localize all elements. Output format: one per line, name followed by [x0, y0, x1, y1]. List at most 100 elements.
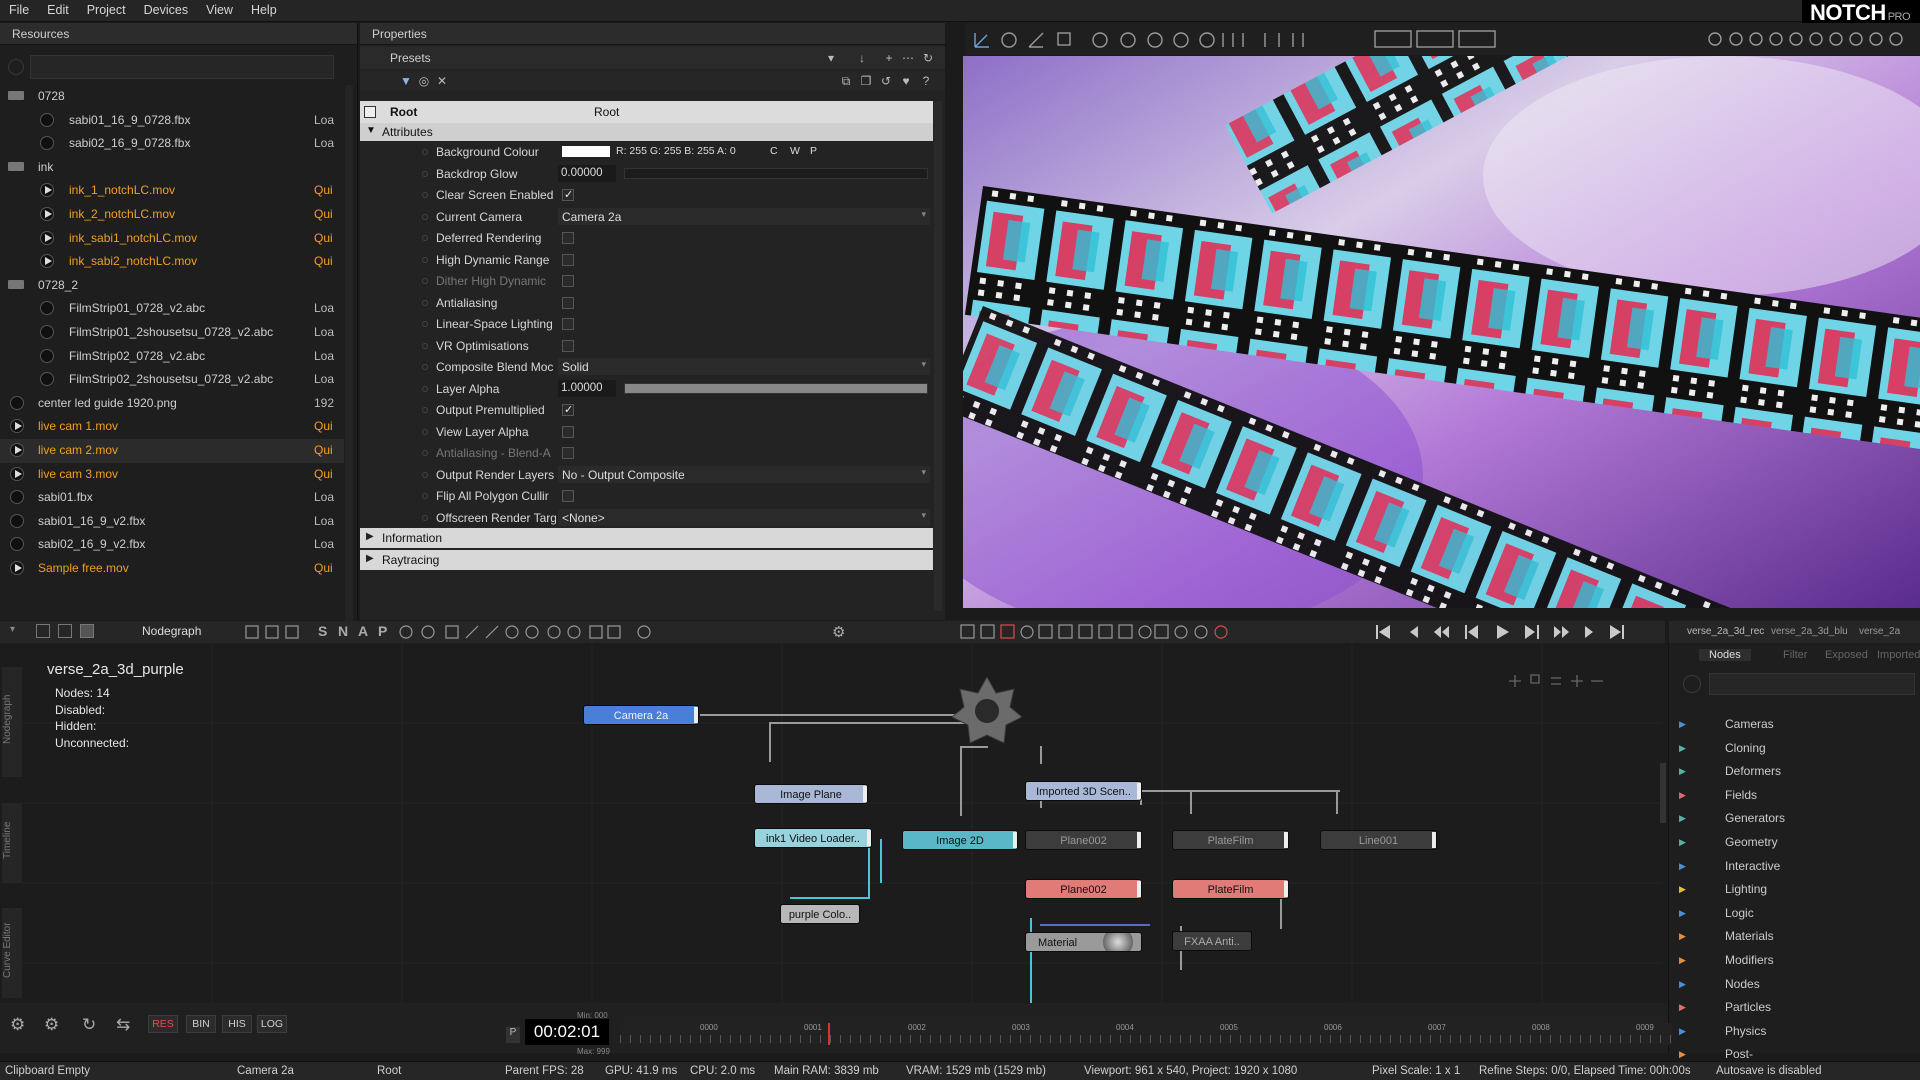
resource-item[interactable]: ink — [0, 156, 344, 180]
folder-icon[interactable] — [8, 91, 24, 100]
resources-filter-icon[interactable] — [8, 59, 24, 75]
keyframe-dot-icon[interactable] — [422, 471, 428, 478]
menu-project[interactable]: Project — [78, 0, 135, 22]
nodegraph-scrollbar[interactable] — [1660, 763, 1666, 823]
resource-item[interactable]: FilmStrip01_0728_v2.abc Loa — [0, 297, 344, 321]
time-display[interactable]: 00:02:01 — [525, 1019, 609, 1045]
node-purple-colour[interactable]: purple Colo.. — [780, 904, 860, 924]
node-output-pin[interactable] — [1137, 832, 1141, 848]
preset-dropdown-icon[interactable]: ▾ — [823, 50, 839, 66]
menu-view[interactable]: View — [197, 0, 242, 22]
resource-item[interactable]: ink_sabi2_notchLC.mov Qui — [0, 250, 344, 274]
res-button[interactable]: RES — [148, 1015, 178, 1033]
paste-icon[interactable]: ❐ — [858, 73, 874, 89]
resource-item[interactable]: FilmStrip02_2shousetsu_0728_v2.abc Loa — [0, 368, 344, 392]
log-button[interactable]: LOG — [257, 1015, 287, 1033]
property-checkbox[interactable] — [562, 403, 574, 416]
viewport-tools[interactable] — [965, 23, 1920, 55]
property-number-input[interactable]: 0.00000 — [558, 164, 616, 182]
resource-item[interactable]: live cam 1.mov Qui — [0, 415, 344, 439]
toolbar-menu-icon[interactable]: ▾ — [10, 624, 15, 635]
keyframe-dot-icon[interactable] — [422, 342, 428, 349]
nodegraph-canvas[interactable]: Nodegraph Timeline Curve Editor verse_2a… — [0, 643, 1668, 1003]
folder-icon[interactable] — [8, 161, 24, 171]
node-fxaa[interactable]: FXAA Anti.. — [1172, 931, 1252, 951]
node-output-pin[interactable] — [694, 707, 698, 723]
keyframe-dot-icon[interactable] — [422, 428, 428, 435]
playback-controls[interactable] — [1370, 622, 1660, 642]
property-checkbox[interactable] — [562, 188, 574, 201]
root-node-star-icon[interactable] — [952, 675, 1022, 745]
nodegraph-view-controls[interactable] — [1505, 671, 1605, 691]
resource-item[interactable]: ink_sabi1_notchLC.mov Qui — [0, 227, 344, 251]
property-checkbox[interactable] — [562, 490, 574, 502]
resource-item[interactable]: 0728 — [0, 85, 344, 109]
property-checkbox[interactable] — [562, 253, 574, 266]
download-icon[interactable]: ↓ — [854, 50, 870, 66]
node-output-pin[interactable] — [1137, 881, 1141, 897]
node-material[interactable]: Material — [1025, 932, 1142, 952]
resource-item[interactable]: sabi01_16_9_0728.fbx Loa — [0, 109, 344, 133]
resource-item[interactable]: live cam 2.mov Qui — [0, 438, 344, 463]
tab-exposed[interactable]: Exposed — [1825, 649, 1868, 661]
add-icon[interactable]: + — [881, 50, 897, 66]
reload-icon[interactable]: ↻ — [82, 1015, 96, 1035]
resource-item[interactable]: 0728_2 — [0, 274, 344, 298]
keyframe-dot-icon[interactable] — [422, 213, 428, 220]
colour-mode-button[interactable]: C — [770, 145, 778, 157]
properties-scrollbar[interactable] — [934, 101, 942, 611]
timeline-ruler[interactable]: 0000 0001 0002 0003 0004 0005 0006 0007 0008 0009 — [620, 1023, 1672, 1045]
folder-icon[interactable] — [8, 279, 24, 289]
layout-icon-1[interactable] — [36, 624, 50, 638]
resource-item[interactable]: ink_1_notchLC.mov Qui — [0, 179, 344, 203]
node-output-pin[interactable] — [1432, 832, 1436, 848]
resource-item[interactable]: Sample free.mov Qui — [0, 557, 344, 581]
layout-icon-3[interactable] — [80, 624, 94, 638]
resource-item[interactable]: live cam 3.mov Qui — [0, 463, 344, 487]
keyframe-dot-icon[interactable] — [422, 514, 428, 521]
resource-item[interactable]: ink_2_notchLC.mov Qui — [0, 203, 344, 227]
node-image-plane[interactable]: Image Plane — [754, 784, 868, 804]
node-camera[interactable]: Camera 2a — [583, 705, 699, 725]
tab-nodes[interactable]: Nodes — [1699, 649, 1751, 661]
filter-icon[interactable]: ▼ — [398, 73, 414, 89]
keyframe-dot-icon[interactable] — [422, 192, 428, 198]
node-output-pin[interactable] — [1013, 832, 1017, 848]
property-checkbox[interactable] — [562, 296, 574, 309]
layer-tab-2[interactable]: verse_2a_3d_blu — [1771, 626, 1848, 637]
property-dropdown[interactable]: <None> ▾ — [558, 508, 930, 526]
resource-item[interactable]: FilmStrip01_2shousetsu_0728_v2.abc Loa — [0, 321, 344, 345]
side-tab-timeline[interactable]: Timeline — [2, 803, 22, 883]
property-checkbox[interactable] — [562, 447, 574, 459]
node-output-pin[interactable] — [1284, 881, 1288, 897]
resource-item[interactable]: center led guide 1920.png 192 — [0, 392, 344, 416]
node-plane002[interactable]: Plane002 — [1025, 830, 1142, 850]
keyframe-dot-icon[interactable] — [422, 450, 428, 456]
node-output-pin[interactable] — [1284, 832, 1288, 848]
side-tab-curve-editor[interactable]: Curve Editor — [2, 908, 22, 998]
keyframe-dot-icon[interactable] — [422, 256, 428, 263]
time-prefix[interactable]: P — [506, 1027, 520, 1043]
keyframe-dot-icon[interactable] — [422, 278, 428, 284]
resource-item[interactable]: FilmStrip02_0728_v2.abc Loa — [0, 345, 344, 369]
colour-mode-button[interactable]: W — [790, 145, 800, 157]
node-output-pin[interactable] — [867, 830, 871, 846]
keyframe-dot-icon[interactable] — [422, 321, 428, 327]
keyframe-dot-icon[interactable] — [422, 407, 428, 413]
side-tab-nodegraph[interactable]: Nodegraph — [2, 667, 22, 777]
keyframe-dot-icon[interactable] — [422, 170, 428, 177]
property-checkbox[interactable] — [562, 425, 574, 438]
refresh-icon[interactable]: ↻ — [920, 50, 936, 66]
keyframe-dot-icon[interactable] — [422, 299, 428, 306]
nodegraph-tool-icons[interactable] — [240, 623, 660, 641]
layer-tab-1[interactable]: verse_2a_3d_rec — [1687, 626, 1764, 637]
reset-icon[interactable]: ↺ — [878, 73, 894, 89]
attributes-header[interactable]: ▼ Attributes — [360, 123, 933, 141]
colour-mode-button[interactable]: P — [810, 145, 817, 157]
nodes-search-icon[interactable] — [1683, 675, 1701, 693]
copy-icon[interactable]: ⧉ — [838, 73, 854, 89]
property-slider[interactable] — [624, 382, 928, 394]
section-information[interactable]: ▶ Information — [360, 528, 933, 548]
node-platefilm[interactable]: PlateFilm — [1172, 830, 1289, 850]
presets-bar[interactable]: Presets ▾ ↓ + ⋯ ↻ — [360, 47, 945, 69]
